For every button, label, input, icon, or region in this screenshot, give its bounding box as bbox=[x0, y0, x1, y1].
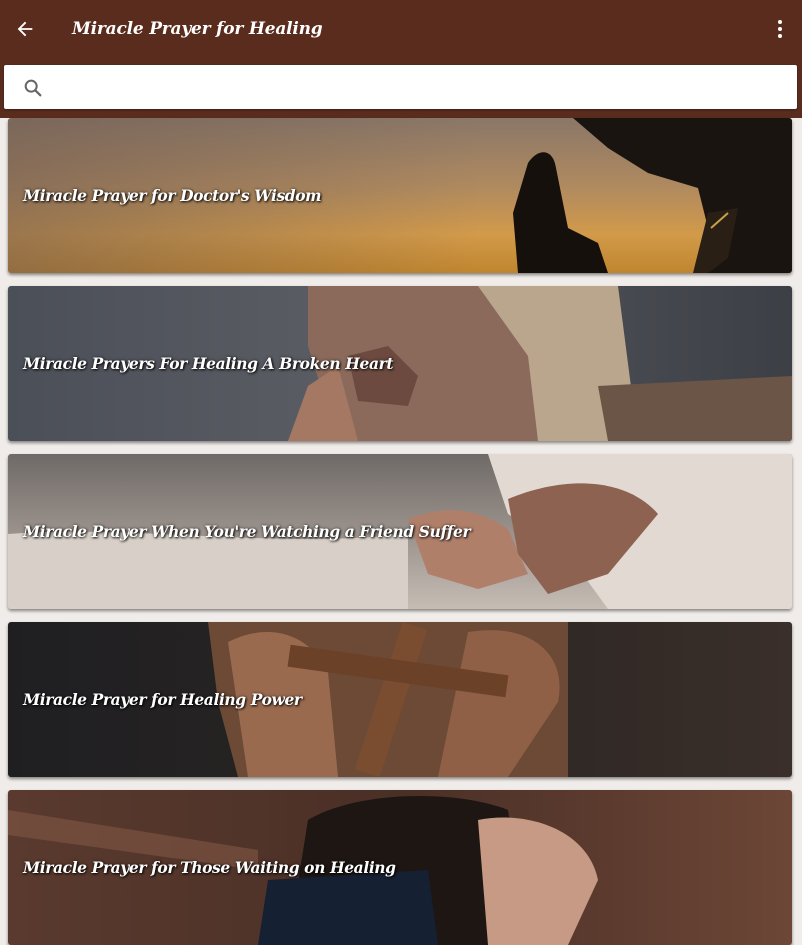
list-item[interactable]: Miracle Prayers For Healing A Broken Hea… bbox=[8, 286, 792, 441]
item-label: Miracle Prayers For Healing A Broken Hea… bbox=[23, 354, 394, 373]
more-vertical-icon bbox=[778, 20, 782, 38]
back-button[interactable] bbox=[10, 14, 40, 44]
search-bar bbox=[4, 65, 797, 109]
overflow-menu-button[interactable] bbox=[770, 14, 790, 44]
list-item[interactable]: Miracle Prayer for Healing Power bbox=[8, 622, 792, 777]
list-item[interactable]: Miracle Prayer for Doctor's Wisdom bbox=[8, 118, 792, 273]
item-label: Miracle Prayer for Doctor's Wisdom bbox=[23, 186, 322, 205]
item-label: Miracle Prayer for Healing Power bbox=[23, 690, 302, 709]
item-label: Miracle Prayer for Those Waiting on Heal… bbox=[23, 858, 396, 877]
list-item[interactable]: Miracle Prayer When You're Watching a Fr… bbox=[8, 454, 792, 609]
page-title: Miracle Prayer for Healing bbox=[72, 19, 323, 39]
list-item[interactable]: Miracle Prayer for Those Waiting on Heal… bbox=[8, 790, 792, 945]
app-bar: Miracle Prayer for Healing bbox=[0, 0, 802, 118]
arrow-left-icon bbox=[17, 21, 33, 37]
search-icon bbox=[24, 79, 42, 97]
search-input[interactable] bbox=[54, 71, 788, 105]
item-label: Miracle Prayer When You're Watching a Fr… bbox=[23, 522, 471, 541]
